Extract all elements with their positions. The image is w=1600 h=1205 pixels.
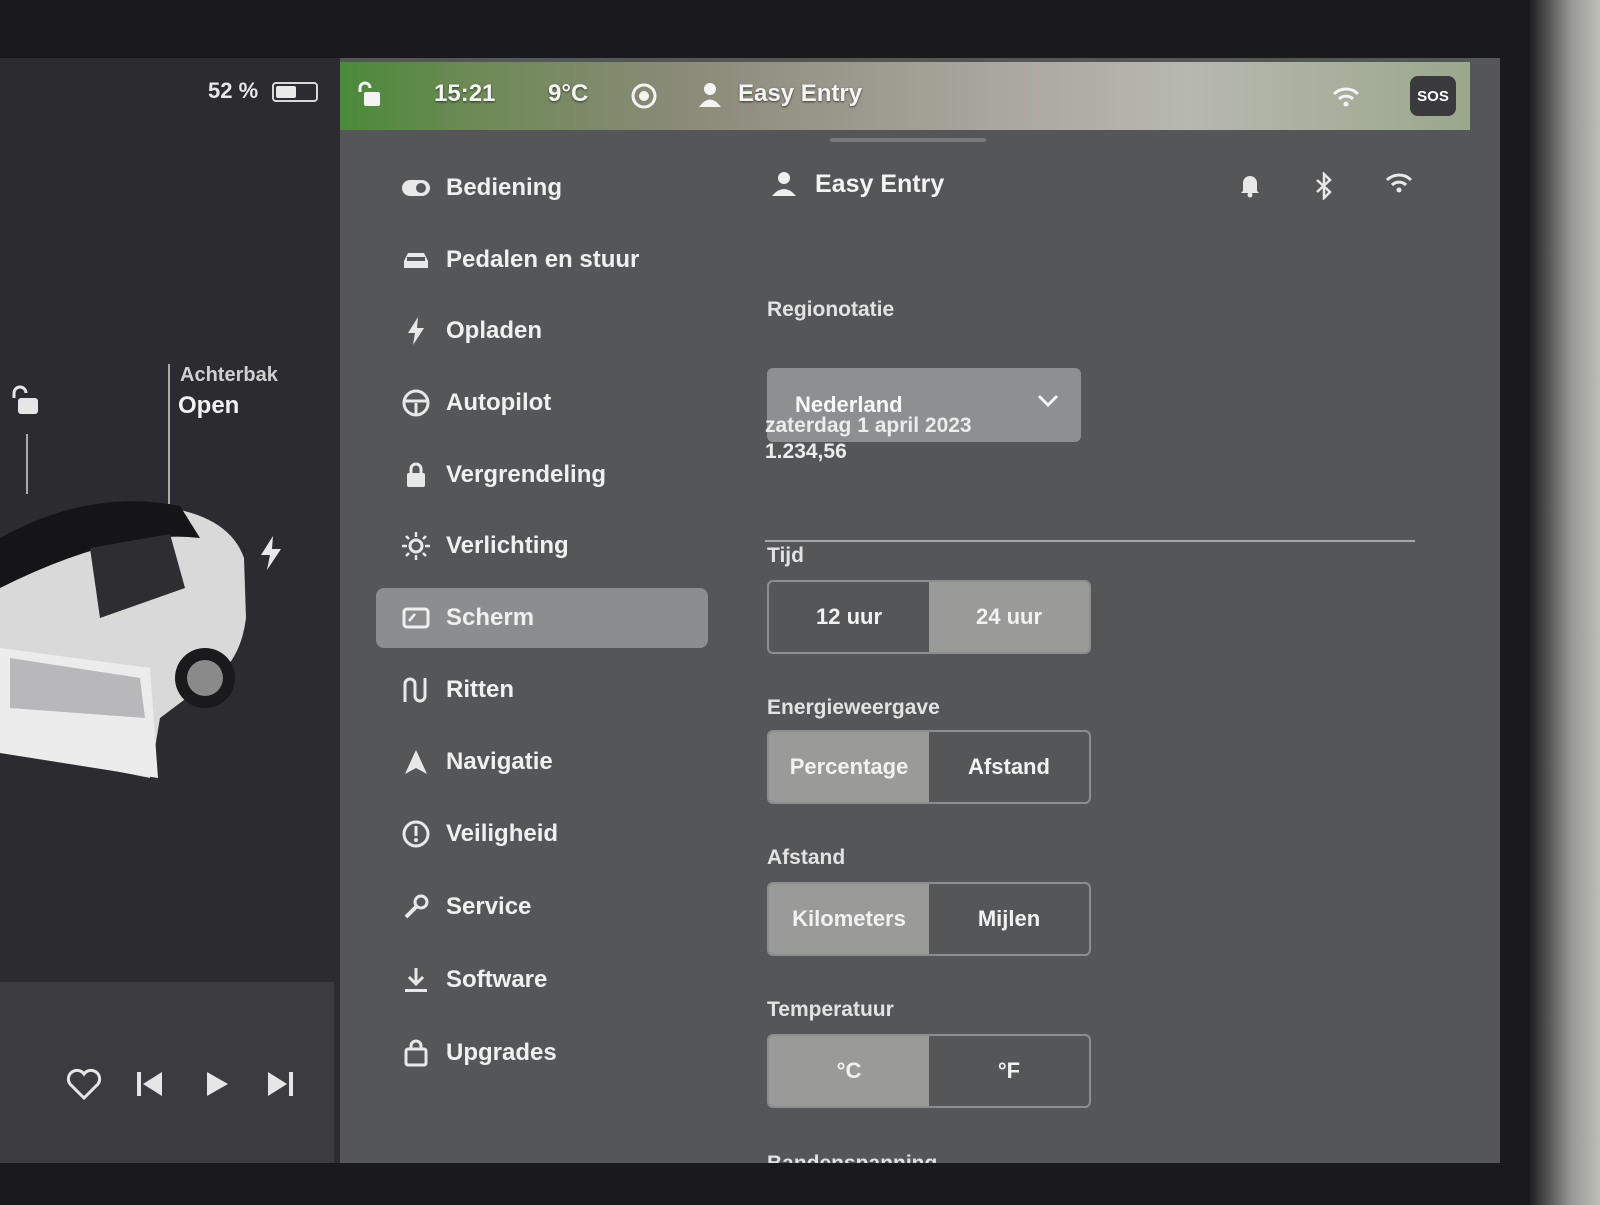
menu-label: Autopilot bbox=[446, 389, 552, 416]
wrench-icon bbox=[396, 887, 436, 927]
menu-label: Navigatie bbox=[446, 748, 553, 775]
distance-units-label: Afstand bbox=[767, 846, 846, 869]
steering-wheel-icon bbox=[396, 383, 436, 423]
section-divider bbox=[765, 540, 1415, 542]
shopping-bag-icon bbox=[396, 1033, 436, 1073]
previous-track-icon[interactable] bbox=[132, 1066, 168, 1102]
menu-label: Vergrendeling bbox=[446, 461, 607, 488]
profile-icon[interactable] bbox=[698, 82, 722, 113]
media-player bbox=[0, 982, 334, 1163]
menu-item-vergrendeling[interactable]: Vergrendeling bbox=[376, 445, 708, 505]
menu-label: Service bbox=[446, 893, 532, 920]
unlocked-icon[interactable] bbox=[356, 80, 382, 113]
option-24-hour[interactable]: 24 uur bbox=[929, 582, 1089, 652]
battery-icon bbox=[272, 82, 318, 102]
navigation-icon bbox=[396, 742, 436, 782]
bolt-icon bbox=[396, 311, 436, 351]
temperature-units-toggle: °C °F bbox=[767, 1034, 1091, 1108]
option-fahrenheit[interactable]: °F bbox=[929, 1036, 1089, 1106]
trunk-label[interactable]: Achterbak bbox=[180, 364, 278, 387]
outside-temperature: 9°C bbox=[548, 80, 589, 107]
menu-item-service[interactable]: Service bbox=[376, 877, 708, 937]
menu-item-bediening[interactable]: Bediening bbox=[376, 158, 708, 218]
menu-label: Software bbox=[446, 966, 548, 993]
bezel-edge bbox=[1530, 0, 1600, 1205]
sos-button[interactable]: SOS bbox=[1410, 76, 1456, 116]
sun-icon bbox=[396, 526, 436, 566]
battery-level bbox=[276, 86, 296, 98]
charge-port-icon[interactable] bbox=[258, 536, 284, 575]
menu-label: Ritten bbox=[446, 676, 514, 703]
car-icon bbox=[396, 240, 436, 280]
time-label: Tijd bbox=[767, 544, 804, 567]
toggle-icon bbox=[396, 168, 436, 208]
menu-item-opladen[interactable]: Opladen bbox=[376, 301, 708, 361]
trips-icon bbox=[396, 670, 436, 710]
car-illustration bbox=[0, 501, 246, 778]
topbar-profile-name[interactable]: Easy Entry bbox=[738, 80, 862, 108]
menu-label: Scherm bbox=[446, 604, 535, 631]
menu-label: Opladen bbox=[446, 317, 543, 344]
date-format-example: zaterdag 1 april 2023 bbox=[765, 414, 972, 437]
wifi-icon[interactable] bbox=[1385, 172, 1413, 199]
battery-percent: 52 % bbox=[208, 78, 259, 103]
camera-record-icon[interactable] bbox=[630, 82, 658, 115]
option-distance[interactable]: Afstand bbox=[929, 732, 1089, 802]
play-icon[interactable] bbox=[198, 1066, 234, 1102]
door-unlock-icon[interactable] bbox=[10, 384, 44, 423]
temperature-units-label: Temperatuur bbox=[767, 998, 894, 1021]
menu-label: Pedalen en stuur bbox=[446, 246, 640, 273]
menu-label: Veiligheid bbox=[446, 820, 559, 847]
menu-item-upgrades[interactable]: Upgrades bbox=[376, 1023, 708, 1083]
status-bar: 15:21 9°C Easy Entry SOS bbox=[340, 62, 1470, 130]
bluetooth-icon[interactable] bbox=[1313, 170, 1335, 205]
wifi-icon bbox=[1332, 86, 1360, 113]
display-icon bbox=[396, 598, 436, 638]
region-label: Regionotatie bbox=[767, 298, 895, 321]
lock-icon bbox=[396, 455, 436, 495]
car-panel: 52 % Achterbak Open bbox=[0, 58, 340, 1163]
option-celsius[interactable]: °C bbox=[769, 1036, 929, 1106]
clock: 15:21 bbox=[434, 80, 496, 107]
chevron-down-icon bbox=[1037, 394, 1059, 413]
menu-label: Verlichting bbox=[446, 532, 569, 559]
option-percentage[interactable]: Percentage bbox=[769, 732, 929, 802]
menu-item-software[interactable]: Software bbox=[376, 950, 708, 1010]
trunk-status[interactable]: Open bbox=[178, 392, 239, 420]
option-miles[interactable]: Mijlen bbox=[929, 884, 1089, 954]
profile-icon[interactable] bbox=[771, 170, 797, 203]
distance-units-toggle: Kilometers Mijlen bbox=[767, 882, 1091, 956]
menu-label: Upgrades bbox=[446, 1039, 557, 1066]
touchscreen: 52 % Achterbak Open 15:21 9°C Easy Entry… bbox=[0, 58, 1500, 1163]
bell-icon[interactable] bbox=[1239, 172, 1261, 203]
energy-display-toggle: Percentage Afstand bbox=[767, 730, 1091, 804]
time-format-toggle: 12 uur 24 uur bbox=[767, 580, 1091, 654]
drag-handle[interactable] bbox=[830, 138, 986, 142]
menu-item-veiligheid[interactable]: Veiligheid bbox=[376, 804, 708, 864]
number-format-example: 1.234,56 bbox=[765, 440, 847, 463]
profile-name[interactable]: Easy Entry bbox=[815, 170, 944, 199]
download-icon bbox=[396, 960, 436, 1000]
alert-icon bbox=[396, 814, 436, 854]
menu-item-scherm[interactable]: Scherm bbox=[376, 588, 708, 648]
menu-item-pedalen-en-stuur[interactable]: Pedalen en stuur bbox=[376, 230, 708, 290]
menu-label: Bediening bbox=[446, 174, 563, 201]
menu-item-navigatie[interactable]: Navigatie bbox=[376, 732, 708, 792]
next-track-icon[interactable] bbox=[262, 1066, 298, 1102]
menu-item-autopilot[interactable]: Autopilot bbox=[376, 373, 708, 433]
favorite-heart-icon[interactable] bbox=[66, 1066, 102, 1102]
menu-item-ritten[interactable]: Ritten bbox=[376, 660, 708, 720]
tire-pressure-label: Bandenspanning bbox=[767, 1152, 937, 1163]
menu-item-verlichting[interactable]: Verlichting bbox=[376, 516, 708, 576]
option-kilometers[interactable]: Kilometers bbox=[769, 884, 929, 954]
energy-display-label: Energieweergave bbox=[767, 696, 940, 719]
option-12-hour[interactable]: 12 uur bbox=[769, 582, 929, 652]
